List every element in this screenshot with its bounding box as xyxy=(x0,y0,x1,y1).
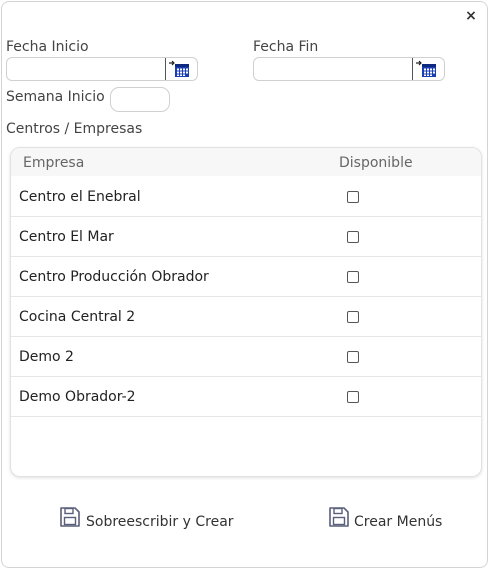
table-row[interactable]: Demo Obrador-2 xyxy=(11,377,481,417)
column-header-empresa[interactable]: Empresa xyxy=(23,155,84,171)
disponible-checkbox[interactable] xyxy=(347,191,359,203)
semana-inicio-input[interactable] xyxy=(110,87,170,112)
table-row[interactable]: Centro Producción Obrador xyxy=(11,257,481,297)
table-row[interactable]: Demo 2 xyxy=(11,337,481,377)
fecha-fin-label: Fecha Fin xyxy=(253,39,319,55)
fecha-inicio-field xyxy=(6,57,198,82)
create-menus-button[interactable]: Crear Menús xyxy=(328,506,448,536)
calendar-icon[interactable] xyxy=(168,59,192,79)
fecha-inicio-label: Fecha Inicio xyxy=(6,39,89,55)
floppy-disk-icon xyxy=(59,506,81,532)
disponible-checkbox[interactable] xyxy=(347,311,359,323)
close-icon[interactable]: × xyxy=(464,8,478,24)
floppy-disk-icon xyxy=(328,506,350,532)
fecha-inicio-input[interactable] xyxy=(7,58,169,82)
disponible-checkbox[interactable] xyxy=(347,271,359,283)
column-header-disponible[interactable]: Disponible xyxy=(339,155,413,171)
empresa-name: Cocina Central 2 xyxy=(19,309,136,325)
empresa-name: Centro Producción Obrador xyxy=(19,269,209,285)
table-row[interactable]: Centro el Enebral xyxy=(11,177,481,217)
centros-empresas-label: Centros / Empresas xyxy=(6,121,143,137)
semana-inicio-label: Semana Inicio xyxy=(6,89,105,105)
grid-header: Empresa Disponible xyxy=(11,148,481,176)
fecha-fin-field xyxy=(253,57,445,82)
field-divider xyxy=(412,58,413,80)
calendar-icon[interactable] xyxy=(415,59,439,79)
table-row[interactable]: Centro El Mar xyxy=(11,217,481,257)
disponible-checkbox[interactable] xyxy=(347,231,359,243)
field-divider xyxy=(165,58,166,80)
empresa-name: Demo Obrador-2 xyxy=(19,389,136,405)
disponible-checkbox[interactable] xyxy=(347,351,359,363)
empresa-name: Centro El Mar xyxy=(19,229,114,245)
empresa-name: Demo 2 xyxy=(19,349,74,365)
disponible-checkbox[interactable] xyxy=(347,391,359,403)
empresas-grid: Empresa Disponible Centro el Enebral Cen… xyxy=(10,147,482,477)
table-row[interactable]: Cocina Central 2 xyxy=(11,297,481,337)
empresa-name: Centro el Enebral xyxy=(19,189,141,205)
create-menus-label: Crear Menús xyxy=(354,514,443,530)
overwrite-create-label: Sobreescribir y Crear xyxy=(86,514,234,530)
fecha-fin-input[interactable] xyxy=(254,58,416,82)
overwrite-create-button[interactable]: Sobreescribir y Crear xyxy=(59,506,234,536)
